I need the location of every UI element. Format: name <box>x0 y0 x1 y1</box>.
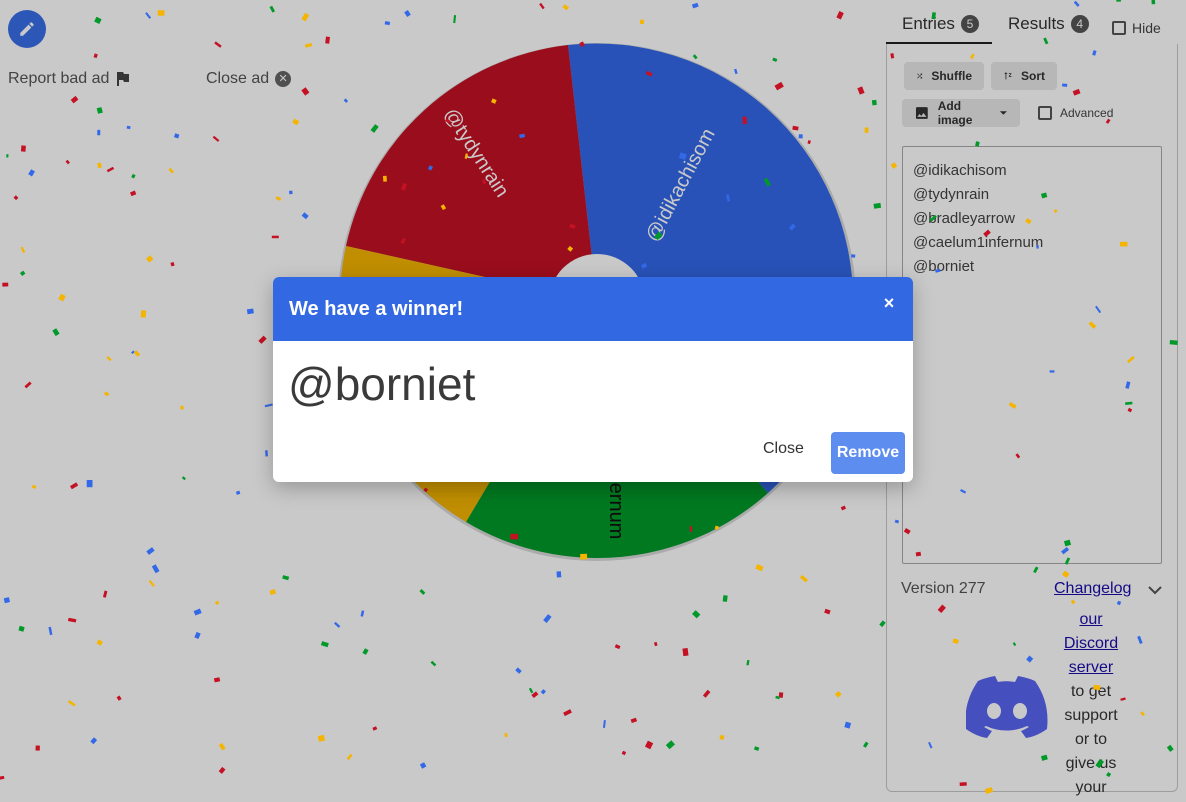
dialog-title: We have a winner! <box>289 298 464 320</box>
app: Report bad ad Close ad ✕ @idikachisom @t… <box>0 0 1186 802</box>
remove-button[interactable]: Remove <box>831 432 905 474</box>
winner-dialog: We have a winner! × @borniet Close Remov… <box>273 277 913 482</box>
dialog-header: We have a winner! × <box>273 277 913 341</box>
close-icon[interactable]: × <box>877 291 901 315</box>
close-button[interactable]: Close <box>763 440 804 458</box>
winner-name: @borniet <box>288 358 476 410</box>
